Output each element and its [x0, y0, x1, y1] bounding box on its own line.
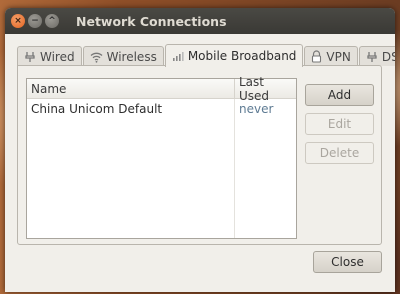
- mobile-broadband-panel: Name Last Used China Unicom Default neve…: [17, 65, 382, 245]
- title-bar[interactable]: × − ^ Network Connections: [5, 8, 395, 34]
- connection-name: China Unicom Default: [27, 99, 235, 119]
- close-button[interactable]: Close: [313, 251, 382, 273]
- add-button[interactable]: Add: [305, 84, 374, 106]
- tab-label: Wired: [40, 49, 75, 64]
- close-window-button[interactable]: ×: [11, 14, 25, 28]
- tab-vpn[interactable]: VPN: [304, 46, 358, 66]
- tab-mobile-broadband[interactable]: Mobile Broadband: [164, 44, 304, 67]
- dsl-icon: [366, 51, 378, 63]
- connections-list[interactable]: Name Last Used China Unicom Default neve…: [26, 75, 297, 239]
- connection-type-tabs: Wired Wireless Mobile Broadband VPN DSL: [17, 44, 395, 67]
- wireless-icon: [90, 51, 103, 63]
- tab-label: Mobile Broadband: [187, 49, 297, 63]
- column-divider: [234, 118, 235, 238]
- tab-wired[interactable]: Wired: [17, 46, 82, 66]
- minimize-window-button[interactable]: −: [28, 14, 42, 28]
- network-connections-window: × − ^ Network Connections Wired Wireless…: [5, 8, 395, 292]
- wired-icon: [24, 51, 36, 63]
- tab-label: Wireless: [106, 49, 157, 64]
- tab-label: DSL: [381, 49, 395, 64]
- maximize-window-button[interactable]: ^: [45, 14, 59, 28]
- column-header-last-used[interactable]: Last Used: [235, 75, 296, 103]
- list-item[interactable]: China Unicom Default never: [27, 99, 296, 119]
- vpn-lock-icon: [311, 50, 322, 63]
- tab-wireless[interactable]: Wireless: [82, 46, 164, 66]
- column-header-name[interactable]: Name: [27, 79, 235, 98]
- signal-icon: [172, 50, 184, 62]
- connection-last-used: never: [239, 102, 274, 116]
- tab-label: VPN: [326, 49, 351, 64]
- delete-button[interactable]: Delete: [305, 142, 374, 164]
- window-title: Network Connections: [76, 13, 227, 29]
- tab-dsl[interactable]: DSL: [358, 46, 395, 66]
- edit-button[interactable]: Edit: [305, 113, 374, 135]
- list-header: Name Last Used: [27, 75, 296, 103]
